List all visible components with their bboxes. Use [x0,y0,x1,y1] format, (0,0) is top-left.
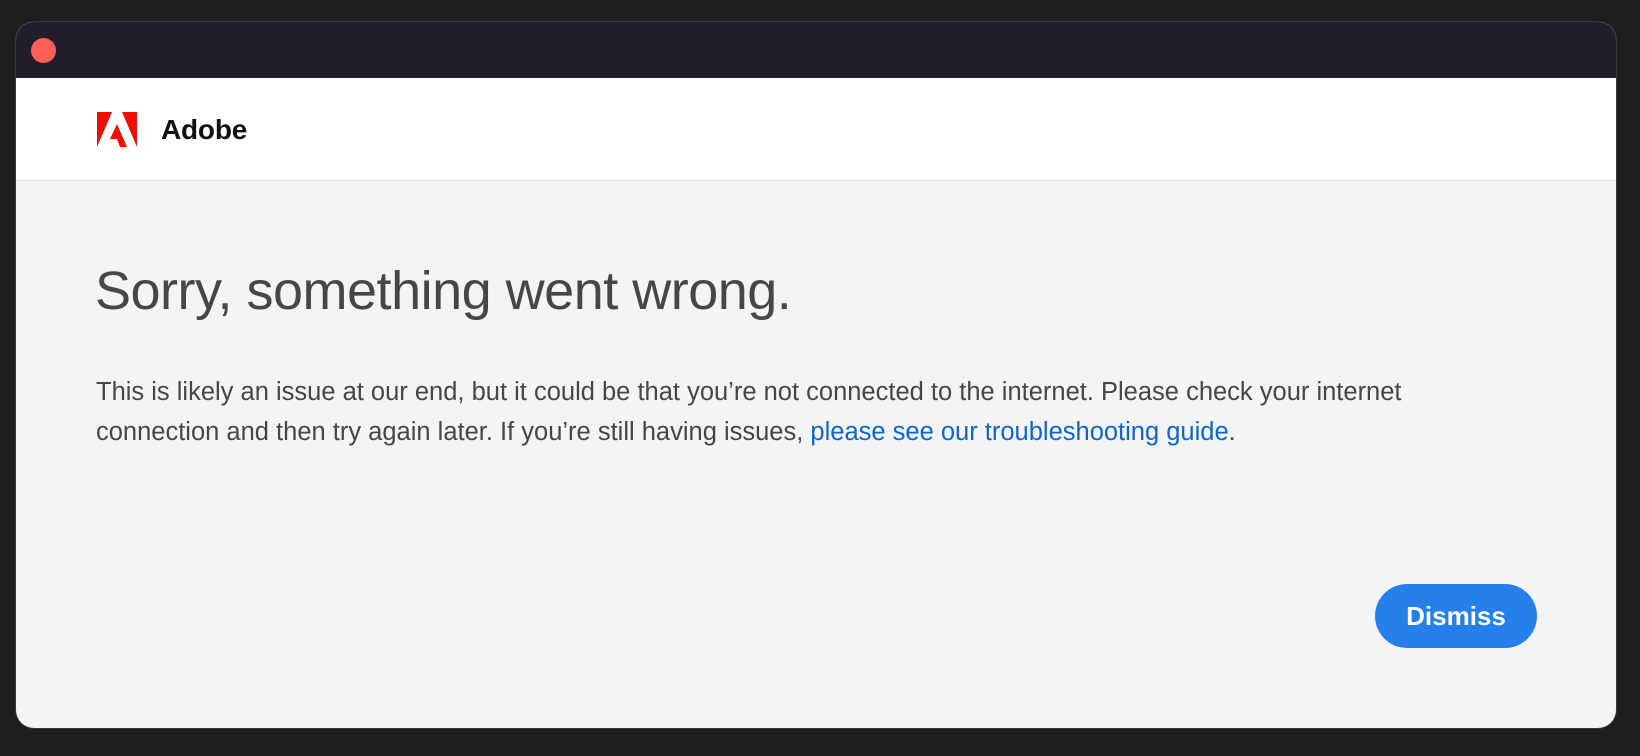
troubleshooting-guide-link[interactable]: please see our troubleshooting guide [810,418,1228,446]
brand-name: Adobe [161,114,248,145]
adobe-logo-icon [97,112,137,147]
error-message: This is likely an issue at our end, but … [96,372,1426,452]
app-header: Adobe [16,78,1616,181]
error-title: Sorry, something went wrong. [95,261,792,321]
dialog-window: Adobe Sorry, something went wrong. This … [16,22,1616,728]
close-window-button[interactable] [31,38,56,63]
dismiss-button[interactable]: Dismiss [1375,584,1537,648]
title-bar [16,22,1616,78]
error-message-end: . [1228,418,1236,446]
